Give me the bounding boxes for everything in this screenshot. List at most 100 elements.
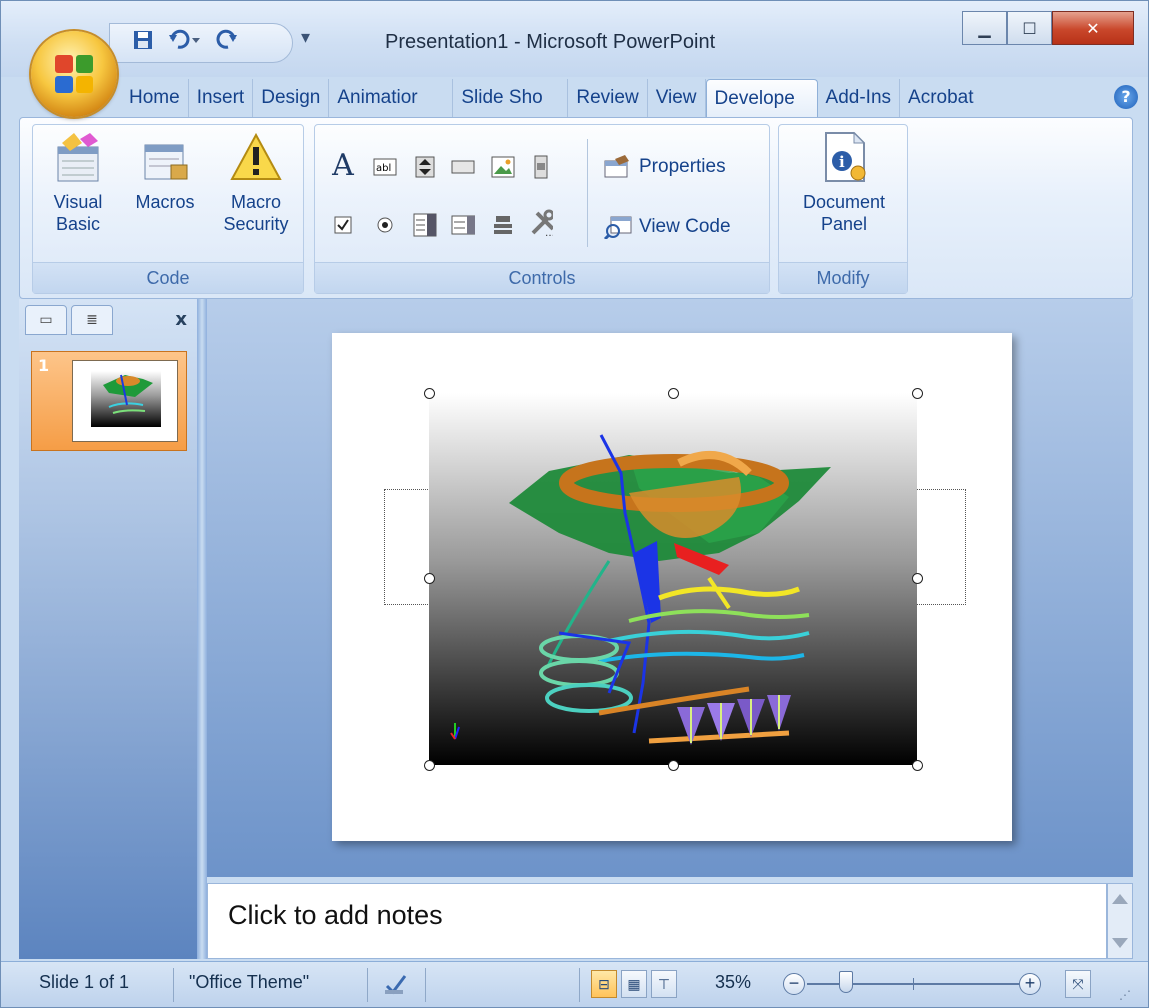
slide-thumbnail-preview	[72, 360, 178, 442]
svg-text:i: i	[839, 153, 845, 171]
pane-splitter[interactable]	[197, 299, 207, 959]
powerpoint-window: ▾ Presentation1 - Microsoft PowerPoint ▁…	[0, 0, 1149, 1008]
more-controls-icon[interactable]: …	[529, 209, 553, 237]
maximize-button[interactable]: ☐	[1007, 11, 1052, 45]
scroll-bar-icon[interactable]	[529, 155, 553, 179]
controls-divider	[587, 139, 588, 247]
macro-security-button[interactable]: Macro Security	[211, 131, 301, 235]
redo-icon[interactable]	[216, 29, 240, 57]
group-code-label: Code	[33, 262, 303, 293]
slide-count: Slide 1 of 1	[39, 972, 130, 992]
scroll-down-icon[interactable]	[1112, 938, 1128, 948]
option-button-icon[interactable]	[373, 213, 397, 237]
resize-handle-right[interactable]	[912, 573, 923, 584]
slide-thumbnail-1[interactable]: 1	[31, 351, 187, 451]
group-controls-label: Controls	[315, 262, 769, 293]
slide-sorter-view-button[interactable]: ▦	[621, 970, 647, 998]
undo-icon[interactable]	[168, 29, 202, 57]
3d-model-graphic	[450, 434, 831, 745]
resize-handle-br[interactable]	[912, 760, 923, 771]
toggle-button-icon[interactable]	[491, 213, 515, 237]
document-panel-label-2: Panel	[820, 214, 868, 234]
slide-show-view-button[interactable]: ⊤	[651, 970, 677, 998]
textbox-control-icon[interactable]: abl	[373, 155, 397, 179]
spell-check-icon[interactable]	[383, 972, 409, 1001]
resize-handle-bl[interactable]	[424, 760, 435, 771]
zoom-level[interactable]: 35%	[715, 972, 751, 993]
resize-handle-tl[interactable]	[424, 388, 435, 399]
slide-thumbnail-number: 1	[38, 356, 50, 375]
group-modify: i Document Panel Modify	[778, 124, 908, 294]
pane-tabs: ▭ ≣	[25, 305, 117, 335]
fit-to-window-button[interactable]: ⤧	[1065, 970, 1091, 998]
properties-button[interactable]: Properties	[603, 155, 726, 179]
zoom-slider-thumb[interactable]	[839, 971, 853, 993]
zoom-slider-center-tick	[913, 978, 914, 990]
window-controls: ▁ ☐ ✕	[962, 11, 1134, 45]
notes-scrollbar[interactable]	[1107, 883, 1133, 959]
help-icon[interactable]: ?	[1114, 85, 1138, 109]
status-divider	[579, 968, 580, 1002]
group-code: Visual Basic Macros Macro Security Code	[32, 124, 304, 294]
svg-text:abl: abl	[376, 163, 391, 174]
combo-box-icon[interactable]	[413, 213, 437, 237]
office-button[interactable]	[31, 31, 117, 117]
tab-developer[interactable]: Develope	[705, 79, 818, 120]
notes-pane[interactable]: Click to add notes	[207, 883, 1107, 959]
title-bar: ▾ Presentation1 - Microsoft PowerPoint ▁…	[1, 1, 1148, 77]
view-code-button[interactable]: View Code	[603, 215, 731, 239]
warning-icon	[230, 131, 282, 183]
command-button-icon[interactable]	[451, 155, 475, 179]
inserted-3d-image[interactable]	[429, 393, 917, 765]
tab-view[interactable]: View	[648, 79, 706, 117]
list-box-icon[interactable]	[451, 213, 475, 237]
tab-home[interactable]: Home	[121, 79, 189, 117]
resize-handle-top[interactable]	[668, 388, 679, 399]
tab-review[interactable]: Review	[568, 79, 648, 117]
pane-close-button[interactable]: x	[175, 309, 187, 330]
zoom-out-button[interactable]: −	[783, 973, 805, 995]
macros-label: Macros	[135, 192, 195, 212]
close-button[interactable]: ✕	[1052, 11, 1134, 45]
minimize-button[interactable]: ▁	[962, 11, 1007, 45]
tab-design[interactable]: Design	[253, 79, 330, 117]
macro-security-label-2: Security	[223, 214, 289, 234]
properties-label: Properties	[639, 156, 726, 177]
group-controls: A abl … Properties View Code Controls	[314, 124, 770, 294]
zoom-in-button[interactable]: +	[1019, 973, 1041, 995]
ribbon: Visual Basic Macros Macro Security Code …	[19, 117, 1133, 299]
svg-text:…: …	[545, 228, 553, 237]
visual-basic-button[interactable]: Visual Basic	[37, 131, 119, 235]
image-control-icon[interactable]	[491, 155, 515, 179]
checkbox-control-icon[interactable]	[331, 213, 355, 237]
resize-handle-left[interactable]	[424, 573, 435, 584]
tab-acrobat[interactable]: Acrobat	[900, 79, 981, 117]
resize-grip-icon[interactable]: ⋰	[1119, 988, 1131, 1002]
tab-animations[interactable]: Animatior	[329, 79, 454, 117]
view-code-label: View Code	[639, 216, 731, 237]
view-code-icon	[603, 216, 632, 239]
save-icon[interactable]	[132, 29, 154, 57]
tab-add-ins[interactable]: Add-Ins	[818, 79, 901, 117]
resize-handle-bottom[interactable]	[668, 760, 679, 771]
outline-tab-icon[interactable]: ≣	[71, 305, 113, 335]
tab-insert[interactable]: Insert	[189, 79, 254, 117]
properties-icon	[604, 155, 629, 178]
scroll-up-icon[interactable]	[1112, 894, 1128, 904]
macros-button[interactable]: Macros	[125, 131, 205, 213]
normal-view-button[interactable]: ⊟	[591, 970, 617, 998]
group-modify-label: Modify	[779, 262, 907, 293]
macros-icon	[139, 131, 191, 183]
slides-tab-icon[interactable]: ▭	[25, 305, 67, 335]
customize-qat-icon[interactable]: ▾	[301, 27, 310, 48]
spin-button-icon[interactable]	[413, 155, 437, 179]
visual-basic-label-1: Visual	[53, 192, 103, 212]
macro-security-label-1: Macro	[230, 192, 281, 212]
slide-canvas[interactable]	[332, 333, 1012, 841]
document-panel-button[interactable]: i Document Panel	[785, 131, 903, 235]
quick-access-toolbar	[109, 23, 293, 63]
tab-slide-show[interactable]: Slide Sho	[453, 79, 569, 117]
resize-handle-tr[interactable]	[912, 388, 923, 399]
label-control-icon[interactable]: A	[331, 148, 355, 183]
slide-editing-area	[207, 299, 1133, 877]
